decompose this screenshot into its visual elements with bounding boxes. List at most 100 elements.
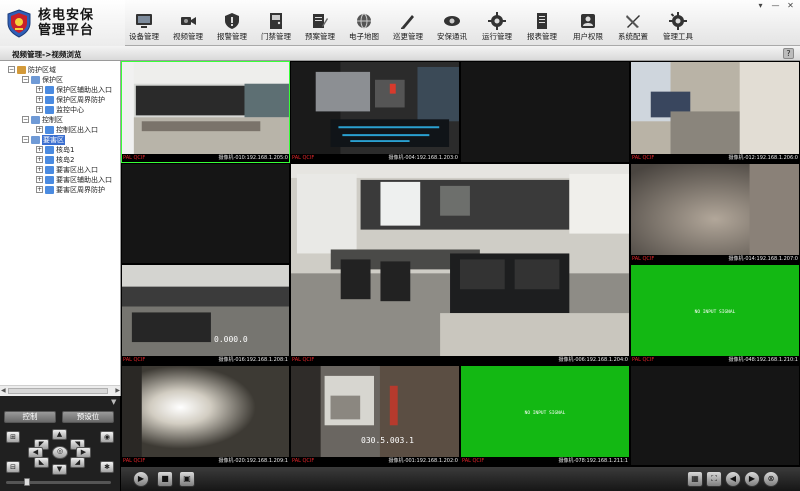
nav-label: 用户权限 (573, 32, 603, 41)
camera-group-icon (45, 176, 54, 184)
video-cell-8[interactable]: 0.000.0 PAL QCIF 摄像机-016:192.168.1.208:1 (121, 264, 290, 365)
ptz-center-button[interactable]: ◎ (52, 446, 68, 459)
expand-toggle-icon[interactable]: + (36, 146, 43, 153)
wiper-icon[interactable]: ✱ (100, 461, 114, 473)
collapse-toggle-icon[interactable]: − (22, 116, 29, 123)
nav-alarm-management[interactable]: 报警管理 (210, 12, 254, 46)
expand-toggle-icon[interactable]: + (36, 156, 43, 163)
nav-access-control[interactable]: 门禁管理 (254, 12, 298, 46)
expand-toggle-icon[interactable]: + (36, 96, 43, 103)
expand-toggle-icon[interactable]: + (36, 86, 43, 93)
ptz-down-right-icon[interactable]: ◢ (70, 457, 85, 468)
no-signal-text: NO INPUT SIGNAL (694, 309, 736, 315)
tools-icon (626, 15, 640, 28)
slider-knob[interactable] (23, 478, 30, 486)
video-cell-7[interactable] (121, 163, 290, 264)
expand-toggle-icon[interactable]: + (36, 166, 43, 173)
video-cell-9[interactable]: NO INPUT SIGNAL PAL QCIF 摄像机-048:192.168… (630, 264, 800, 365)
scroll-right-icon[interactable]: ▶ (115, 387, 120, 394)
ptz-direction-pad: ▲ ◤ ◥ ◀ ◎ ▶ ◣ ◢ ▼ (26, 427, 94, 477)
scroll-left-icon[interactable]: ◀ (1, 387, 6, 394)
stop-button[interactable]: ■ (157, 471, 173, 487)
expand-toggle-icon[interactable]: + (36, 186, 43, 193)
tree-horizontal-scrollbar[interactable]: ◀ ▶ (0, 385, 120, 396)
help-button[interactable]: ? (783, 48, 794, 59)
video-cell-12[interactable]: NO INPUT SIGNAL PAL QCIF 摄像机-078:192.168… (460, 365, 630, 466)
nav-patrol-management[interactable]: 巡更管理 (386, 12, 430, 46)
video-format: PAL QCIF (292, 458, 315, 464)
video-osd-bar (631, 457, 799, 465)
video-cell-5-large[interactable]: PAL QCIF 摄像机-006:192.168.1.204:0 (290, 163, 630, 365)
area-folder-icon (17, 66, 26, 74)
video-cell-2[interactable]: PAL QCIF 摄像机-004:192.168.1.203:0 (290, 61, 460, 163)
nav-label: 管理工具 (663, 32, 693, 41)
tree-node-label: 要害区出入口 (56, 166, 98, 174)
ptz-up-button[interactable]: ▲ (52, 429, 67, 440)
video-osd-bar: PAL QCIF 摄像机-001:192.168.1.202:0 (291, 457, 459, 465)
report-book-icon (537, 13, 547, 29)
ptz-down-button[interactable]: ▼ (52, 464, 67, 475)
ptz-speed-slider[interactable] (6, 478, 111, 486)
tree-node-label: 要害区周界防护 (56, 186, 105, 194)
expand-toggle-icon[interactable]: + (36, 176, 43, 183)
ptz-down-left-icon[interactable]: ◣ (34, 457, 49, 468)
video-cell-1[interactable]: PAL QCIF 摄像机-010:192.168.1.205:0 (121, 61, 290, 163)
tree-node-label: 监控中心 (56, 106, 84, 114)
nav-user-permissions[interactable]: 用户权限 (566, 12, 610, 46)
next-page-button[interactable]: ▶ (744, 471, 760, 487)
fullscreen-button[interactable]: ⛶ (706, 471, 722, 487)
record-button[interactable]: ▣ (179, 471, 195, 487)
zoom-in-icon[interactable]: ⊞ (6, 431, 20, 443)
nav-system-configuration[interactable]: 系统配置 (611, 12, 655, 46)
nav-video-management[interactable]: 视频管理 (166, 12, 210, 46)
expand-toggle-icon[interactable]: + (36, 126, 43, 133)
nav-management-tools[interactable]: 管理工具 (656, 12, 700, 46)
camera-group-icon (45, 156, 54, 164)
camera-label: 摄像机-014:192.168.1.207:0 (728, 256, 798, 262)
logo-area: 核电安保 管理平台 (0, 0, 125, 46)
zone-icon (31, 136, 40, 144)
tab-control[interactable]: 控制 (4, 411, 56, 423)
tree-node-label: 核岛1 (56, 146, 75, 154)
nav-label: 预案管理 (305, 32, 335, 41)
minimize-icon[interactable]: — (768, 1, 783, 10)
camera-label: 摄像机-012:192.168.1.206:0 (728, 155, 798, 161)
collapse-panel-icon[interactable]: ▼ (111, 398, 116, 406)
tree-node-label: 核岛2 (56, 156, 75, 164)
close-icon[interactable]: ✕ (783, 1, 798, 10)
collapse-toggle-icon[interactable]: − (22, 76, 29, 83)
collapse-toggle-icon[interactable]: − (8, 66, 15, 73)
layout-button[interactable]: ▦ (687, 471, 703, 487)
play-button[interactable]: ▶ (133, 471, 149, 487)
nav-device-management[interactable]: 设备管理 (122, 12, 166, 46)
video-frame (631, 164, 799, 256)
video-cell-4[interactable]: PAL QCIF 摄像机-012:192.168.1.206:0 (630, 61, 800, 163)
previous-page-button[interactable]: ◀ (725, 471, 741, 487)
close-all-button[interactable]: ⊗ (763, 471, 779, 487)
video-frame (122, 62, 289, 155)
video-osd-bar: PAL QCIF 摄像机-020:192.168.1.209:1 (122, 457, 289, 465)
focus-near-icon[interactable]: ◉ (100, 431, 114, 443)
menu-dropdown-icon[interactable]: ▾ (753, 1, 768, 10)
tab-preset[interactable]: 预设位 (62, 411, 114, 423)
scrollbar-thumb[interactable] (8, 388, 108, 394)
nav-security-communication[interactable]: 安保通讯 (430, 12, 474, 46)
camera-label: 摄像机-006:192.168.1.204:0 (558, 357, 628, 363)
zoom-out-icon[interactable]: ⊟ (6, 461, 20, 473)
video-cell-3[interactable] (460, 61, 630, 163)
nav-label: 设备管理 (129, 32, 159, 41)
video-cell-11[interactable]: 030.5.003.1 PAL QCIF 摄像机-001:192.168.1.2… (290, 365, 460, 466)
collapse-toggle-icon[interactable]: − (22, 136, 29, 143)
no-signal-text: NO INPUT SIGNAL (524, 410, 566, 416)
phone-icon (444, 16, 460, 26)
nav-operation-management[interactable]: 运行管理 (475, 12, 519, 46)
video-cell-10[interactable]: PAL QCIF 摄像机-020:192.168.1.209:1 (121, 365, 290, 466)
shield-alarm-icon (225, 13, 239, 29)
video-cell-13[interactable] (630, 365, 800, 466)
expand-toggle-icon[interactable]: + (36, 106, 43, 113)
video-format: PAL QCIF (632, 357, 655, 363)
video-cell-6[interactable]: PAL QCIF 摄像机-014:192.168.1.207:0 (630, 163, 800, 264)
nav-electronic-map[interactable]: 电子地图 (342, 12, 386, 46)
nav-report-management[interactable]: 报表管理 (520, 12, 564, 46)
nav-plan-management[interactable]: 预案管理 (298, 12, 342, 46)
